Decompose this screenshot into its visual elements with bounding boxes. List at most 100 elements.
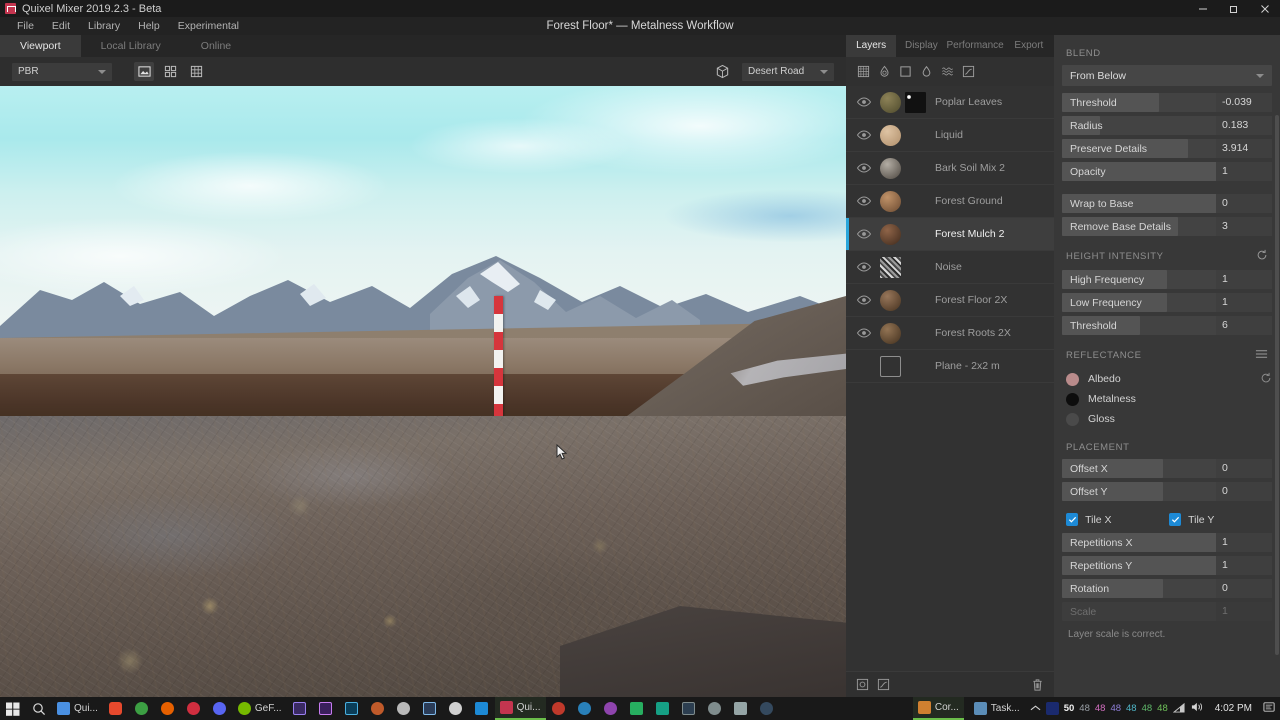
slider-repetitions-x[interactable]: Repetitions X 1: [1062, 533, 1272, 552]
slider-threshold[interactable]: Threshold -0.039: [1062, 93, 1272, 112]
taskbar-item-blender[interactable]: [391, 697, 417, 720]
taskbar-item-chrome[interactable]: [129, 697, 155, 720]
taskbar-item-substance[interactable]: [443, 697, 469, 720]
taskbar-item-quixel-mixer[interactable]: Qui...: [494, 697, 546, 720]
displace-layer-icon[interactable]: [938, 63, 956, 81]
slider-low-frequency[interactable]: Low Frequency 1: [1062, 293, 1272, 312]
menu-experimental[interactable]: Experimental: [169, 17, 248, 35]
grid-nine-view-icon[interactable]: [186, 62, 206, 81]
panel-tab-export[interactable]: Export: [1004, 35, 1054, 57]
eye-icon[interactable]: [856, 226, 872, 242]
slider-height-threshold[interactable]: Threshold 6: [1062, 316, 1272, 335]
layer-row[interactable]: Bark Soil Mix 2: [846, 152, 1054, 185]
slider-value[interactable]: 0: [1216, 194, 1272, 213]
eye-icon[interactable]: [856, 259, 872, 275]
slider-value[interactable]: 3.914: [1216, 139, 1272, 158]
reflectance-channel-albedo[interactable]: Albedo: [1062, 369, 1272, 389]
slider-radius[interactable]: Radius 0.183: [1062, 116, 1272, 135]
eye-icon[interactable]: [856, 94, 872, 110]
add-layer-icon[interactable]: [855, 677, 870, 692]
slider-remove-base-details[interactable]: Remove Base Details 3: [1062, 217, 1272, 236]
slider-value[interactable]: -0.039: [1216, 93, 1272, 112]
volume-icon[interactable]: [1191, 701, 1204, 716]
layer-row[interactable]: Plane - 2x2 m: [846, 350, 1054, 383]
blend-mode-dropdown[interactable]: From Below: [1062, 65, 1272, 86]
taskbar-item-app-21[interactable]: [650, 697, 676, 720]
taskbar-item-cinema4d[interactable]: [365, 697, 391, 720]
reflectance-channel-gloss[interactable]: Gloss: [1062, 409, 1272, 429]
reset-icon[interactable]: [1256, 249, 1268, 264]
slider-value[interactable]: 1: [1216, 556, 1272, 575]
cube-icon[interactable]: [712, 62, 732, 81]
taskbar-item-app-18[interactable]: [572, 697, 598, 720]
layer-row[interactable]: Poplar Leaves: [846, 86, 1054, 119]
gloss-color-swatch[interactable]: [1066, 412, 1079, 426]
solid-layer-icon[interactable]: [896, 63, 914, 81]
menu-help[interactable]: Help: [129, 17, 169, 35]
curve-icon[interactable]: [876, 677, 891, 692]
slider-value[interactable]: 1: [1216, 162, 1272, 181]
tab-viewport[interactable]: Viewport: [0, 35, 81, 57]
taskbar-item-photoshop[interactable]: [339, 697, 365, 720]
slider-offset-y[interactable]: Offset Y 0: [1062, 482, 1272, 501]
hamburger-icon[interactable]: [1255, 348, 1268, 363]
reset-icon[interactable]: [1260, 372, 1272, 387]
slider-value[interactable]: 1: [1216, 270, 1272, 289]
layer-row[interactable]: Forest Ground: [846, 185, 1054, 218]
slider-value[interactable]: 0: [1216, 459, 1272, 478]
windows-start-icon[interactable]: [0, 697, 26, 720]
tray-item-coretemp[interactable]: Cor...: [912, 697, 964, 720]
taskbar-item-brave[interactable]: [103, 697, 129, 720]
taskbar-item-app-25[interactable]: [754, 697, 780, 720]
albedo-color-swatch[interactable]: [1066, 372, 1079, 386]
grid-four-view-icon[interactable]: [160, 62, 180, 81]
slider-offset-x[interactable]: Offset X 0: [1062, 459, 1272, 478]
taskbar-item-app-20[interactable]: [624, 697, 650, 720]
restore-button[interactable]: [1218, 0, 1249, 17]
layer-row-selected[interactable]: Forest Mulch 2: [846, 218, 1054, 251]
liquid-layer-icon[interactable]: [917, 63, 935, 81]
taskbar-item-recorder[interactable]: [181, 697, 207, 720]
taskbar-item-discord[interactable]: [207, 697, 233, 720]
slider-high-frequency[interactable]: High Frequency 1: [1062, 270, 1272, 289]
tray-app-icon[interactable]: [1045, 702, 1059, 715]
taskbar-item-vegas[interactable]: [417, 697, 443, 720]
reflectance-channel-metalness[interactable]: Metalness: [1062, 389, 1272, 409]
environment-dropdown[interactable]: Desert Road: [742, 62, 834, 81]
layer-row[interactable]: Forest Floor 2X: [846, 284, 1054, 317]
taskbar-clock[interactable]: 4:02 PM: [1209, 703, 1258, 714]
taskbar-item-app-17[interactable]: [546, 697, 572, 720]
image-view-icon[interactable]: [134, 62, 154, 81]
metalness-color-swatch[interactable]: [1066, 392, 1079, 406]
layer-row[interactable]: Noise: [846, 251, 1054, 284]
tile-y-checkbox[interactable]: [1169, 513, 1182, 526]
network-icon[interactable]: [1172, 702, 1186, 716]
slider-value[interactable]: 0: [1216, 482, 1272, 501]
slider-value[interactable]: 6: [1216, 316, 1272, 335]
material-grid-icon[interactable]: [854, 63, 872, 81]
taskbar-item-quixel-bridge[interactable]: Qui...: [52, 697, 103, 720]
viewport-3d-scene[interactable]: [0, 86, 846, 697]
taskbar-item-premiere[interactable]: [313, 697, 339, 720]
slider-value[interactable]: 1: [1216, 533, 1272, 552]
tab-local-library[interactable]: Local Library: [81, 35, 181, 57]
taskbar-item-app-24[interactable]: [728, 697, 754, 720]
properties-scrollbar[interactable]: [1275, 115, 1279, 655]
slider-preserve-details[interactable]: Preserve Details 3.914: [1062, 139, 1272, 158]
slider-value[interactable]: 0: [1216, 579, 1272, 598]
notifications-icon[interactable]: [1263, 701, 1276, 716]
slider-value[interactable]: 0.183: [1216, 116, 1272, 135]
curve-layer-icon[interactable]: [959, 63, 977, 81]
menu-library[interactable]: Library: [79, 17, 129, 35]
menu-file[interactable]: File: [8, 17, 43, 35]
paint-layer-icon[interactable]: [875, 63, 893, 81]
tab-online[interactable]: Online: [181, 35, 251, 57]
eye-icon[interactable]: [856, 160, 872, 176]
taskbar-item-app-19[interactable]: [598, 697, 624, 720]
menu-edit[interactable]: Edit: [43, 17, 79, 35]
slider-wrap-to-base[interactable]: Wrap to Base 0: [1062, 194, 1272, 213]
minimize-button[interactable]: [1187, 0, 1218, 17]
tray-item-task-manager[interactable]: Task...: [969, 697, 1025, 720]
panel-tab-performance[interactable]: Performance: [947, 35, 1004, 57]
eye-icon[interactable]: [856, 193, 872, 209]
